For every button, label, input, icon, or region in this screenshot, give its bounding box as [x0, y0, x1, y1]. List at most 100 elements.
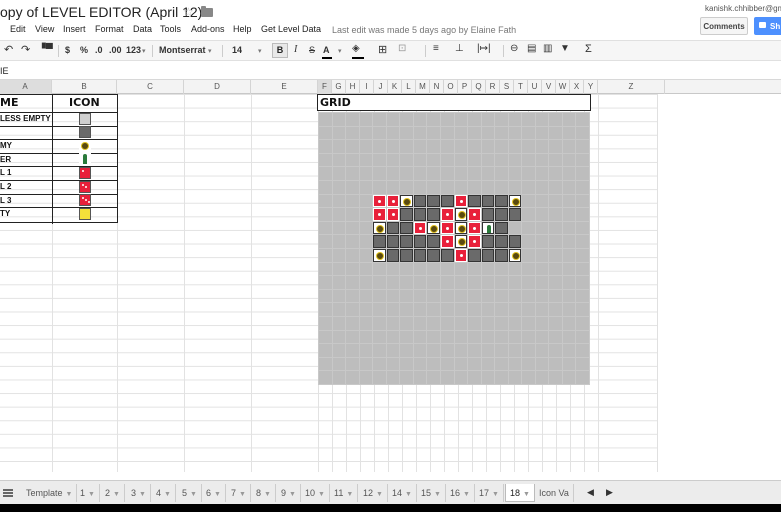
empty-cell[interactable] — [413, 357, 427, 371]
empty-cell[interactable] — [562, 330, 576, 344]
document-title[interactable]: opy of LEVEL EDITOR (April 12) — [0, 4, 202, 20]
empty-cell[interactable] — [522, 153, 535, 167]
empty-cell[interactable] — [535, 153, 549, 167]
link-icon[interactable]: ⊖ — [510, 43, 518, 54]
empty-cell[interactable] — [522, 262, 535, 276]
empty-cell[interactable] — [576, 235, 589, 248]
empty-cell[interactable] — [386, 330, 400, 344]
empty-cell[interactable] — [346, 303, 359, 316]
chart-icon[interactable]: ▥ — [543, 43, 552, 54]
chevron-down-icon[interactable]: ▼ — [463, 491, 470, 498]
empty-cell[interactable] — [346, 317, 359, 330]
empty-cell[interactable] — [332, 276, 346, 289]
comments-button[interactable]: Comments — [700, 17, 748, 35]
legend-name[interactable]: ER — [0, 155, 11, 164]
column-header-o[interactable]: O — [444, 80, 458, 94]
empty-cell[interactable] — [346, 330, 359, 344]
empty-cell[interactable] — [386, 303, 400, 316]
empty-cell[interactable] — [495, 153, 508, 167]
column-header-f[interactable]: F — [318, 80, 332, 94]
empty-cell[interactable] — [468, 113, 481, 126]
empty-cell[interactable] — [522, 303, 535, 316]
empty-cell[interactable] — [332, 262, 346, 276]
wall-cell[interactable] — [427, 208, 440, 221]
wall-cell[interactable] — [495, 221, 508, 235]
empty-cell[interactable] — [468, 140, 481, 153]
empty-cell[interactable] — [508, 371, 522, 384]
empty-cell[interactable] — [508, 357, 522, 371]
wall-cell[interactable] — [481, 235, 495, 248]
empty-cell[interactable] — [373, 126, 386, 140]
empty-cell[interactable] — [522, 113, 535, 126]
functions-icon[interactable]: Σ — [585, 43, 592, 55]
undo-icon[interactable]: ↶ — [4, 43, 13, 56]
sheet-tab-5[interactable]: 5 ▼ — [178, 484, 202, 502]
empty-cell[interactable] — [332, 235, 346, 248]
empty-cell[interactable] — [576, 153, 589, 167]
empty-cell[interactable] — [427, 113, 440, 126]
enemy-cell[interactable] — [454, 221, 468, 235]
chevron-down-icon[interactable]: ▼ — [113, 491, 120, 498]
empty-cell[interactable] — [346, 221, 359, 235]
empty-cell[interactable] — [400, 126, 413, 140]
empty-cell[interactable] — [508, 181, 522, 194]
wall-cell[interactable] — [440, 194, 454, 208]
empty-cell[interactable] — [522, 235, 535, 248]
empty-cell[interactable] — [359, 194, 373, 208]
enemy-cell[interactable] — [373, 249, 386, 262]
red-block-cell[interactable] — [373, 208, 386, 221]
empty-cell[interactable] — [386, 113, 400, 126]
empty-cell[interactable] — [562, 303, 576, 316]
empty-cell[interactable] — [535, 235, 549, 248]
column-header-g[interactable]: G — [332, 80, 346, 94]
empty-cell[interactable] — [454, 262, 468, 276]
empty-cell[interactable] — [319, 126, 332, 140]
empty-cell[interactable] — [454, 289, 468, 303]
empty-cell[interactable] — [468, 276, 481, 289]
spreadsheet-grid[interactable]: ME ICON LESS EMPTY MY ER L 1 L 2 L 3 TY GRID — [0, 94, 660, 472]
red-block-cell[interactable] — [468, 208, 481, 221]
chevron-down-icon[interactable]: ▾ — [258, 47, 262, 55]
empty-cell[interactable] — [413, 140, 427, 153]
empty-cell[interactable] — [386, 276, 400, 289]
empty-cell[interactable] — [562, 289, 576, 303]
menu-data[interactable]: Data — [133, 24, 152, 34]
empty-cell[interactable] — [549, 262, 562, 276]
empty-cell[interactable] — [481, 330, 495, 344]
empty-cell[interactable] — [576, 357, 589, 371]
share-button[interactable]: Sh — [754, 17, 781, 35]
empty-cell[interactable] — [454, 276, 468, 289]
sheet-tab-12[interactable]: 12 ▼ — [359, 484, 388, 502]
column-header-q[interactable]: Q — [472, 80, 486, 94]
empty-cell[interactable] — [562, 181, 576, 194]
empty-cell[interactable] — [413, 371, 427, 384]
empty-cell[interactable] — [413, 167, 427, 180]
empty-cell[interactable] — [359, 235, 373, 248]
chevron-down-icon[interactable]: ▾ — [338, 47, 342, 55]
empty-cell[interactable] — [346, 167, 359, 180]
empty-cell[interactable] — [576, 181, 589, 194]
wall-cell[interactable] — [468, 249, 481, 262]
empty-cell[interactable] — [562, 276, 576, 289]
red-block-cell[interactable] — [454, 194, 468, 208]
empty-cell[interactable] — [522, 289, 535, 303]
empty-cell[interactable] — [346, 249, 359, 262]
empty-cell[interactable] — [454, 153, 468, 167]
empty-cell[interactable] — [359, 126, 373, 140]
empty-cell[interactable] — [468, 167, 481, 180]
empty-cell[interactable] — [373, 140, 386, 153]
empty-cell[interactable] — [359, 303, 373, 316]
empty-cell[interactable] — [413, 303, 427, 316]
empty-cell[interactable] — [440, 330, 454, 344]
empty-cell[interactable] — [373, 167, 386, 180]
column-header-y[interactable]: Y — [584, 80, 598, 94]
chevron-down-icon[interactable]: ▼ — [318, 491, 325, 498]
column-header-z[interactable]: Z — [598, 80, 665, 94]
enemy-cell[interactable] — [508, 194, 522, 208]
empty-cell[interactable] — [386, 181, 400, 194]
empty-cell[interactable] — [332, 167, 346, 180]
empty-cell[interactable] — [332, 181, 346, 194]
last-edit-notice[interactable]: Last edit was made 5 days ago by Elaine … — [332, 25, 516, 35]
empty-cell[interactable] — [549, 357, 562, 371]
empty-cell[interactable] — [346, 262, 359, 276]
